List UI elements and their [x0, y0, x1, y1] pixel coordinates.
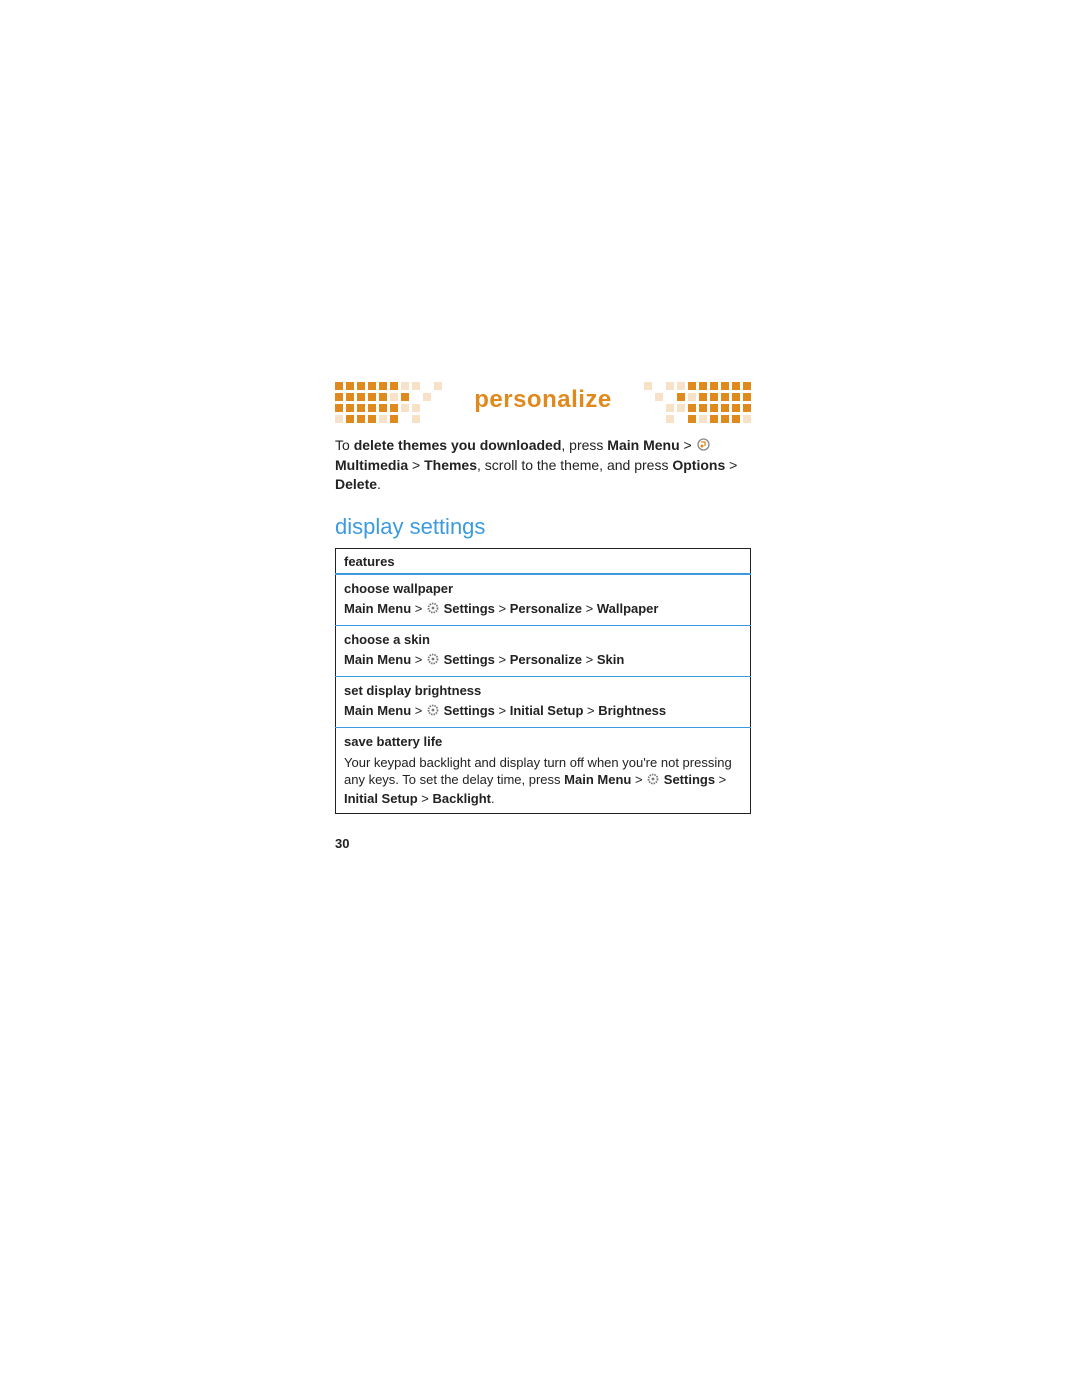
table-row: set display brightness Main Menu > Setti…	[336, 676, 751, 727]
menu-label: Multimedia	[335, 457, 408, 473]
separator: >	[725, 457, 737, 473]
table-row: save battery life Your keypad backlight …	[336, 727, 751, 813]
gear-icon	[427, 652, 439, 670]
text: , press	[561, 437, 607, 453]
separator: >	[408, 457, 424, 473]
gear-icon	[427, 703, 439, 721]
section-heading: display settings	[335, 514, 751, 540]
feature-title: save battery life	[344, 733, 742, 751]
menu-label: Main Menu	[607, 437, 679, 453]
chapter-title: personalize	[335, 386, 751, 414]
manual-page: personalize To delete themes you downloa…	[335, 382, 751, 814]
feature-body: Your keypad backlight and display turn o…	[344, 755, 732, 806]
table-row: choose a skin Main Menu > Settings > Per…	[336, 625, 751, 676]
page-number: 30	[335, 836, 349, 851]
text-bold: delete themes you downloaded	[354, 437, 562, 453]
table-header: features	[336, 548, 751, 574]
intro-paragraph: To delete themes you downloaded, press M…	[335, 436, 751, 494]
features-table: features choose wallpaper Main Menu > Se…	[335, 548, 751, 814]
feature-title: set display brightness	[344, 682, 742, 700]
text: To	[335, 437, 354, 453]
text: .	[377, 476, 381, 492]
menu-path: Main Menu > Settings > Personalize > Wal…	[344, 601, 658, 616]
menu-label: Themes	[424, 457, 477, 473]
menu-label: Delete	[335, 476, 377, 492]
gear-icon	[647, 772, 659, 790]
menu-path: Main Menu > Settings > Personalize > Ski…	[344, 652, 624, 667]
chapter-banner: personalize	[335, 382, 751, 422]
separator: >	[680, 437, 696, 453]
multimedia-icon	[697, 437, 710, 456]
menu-path: Main Menu > Settings > Initial Setup > B…	[344, 703, 666, 718]
feature-title: choose a skin	[344, 631, 742, 649]
menu-label: Options	[672, 457, 725, 473]
gear-icon	[427, 601, 439, 619]
feature-title: choose wallpaper	[344, 580, 742, 598]
text: , scroll to the theme, and press	[477, 457, 672, 473]
table-row: choose wallpaper Main Menu > Settings > …	[336, 574, 751, 626]
